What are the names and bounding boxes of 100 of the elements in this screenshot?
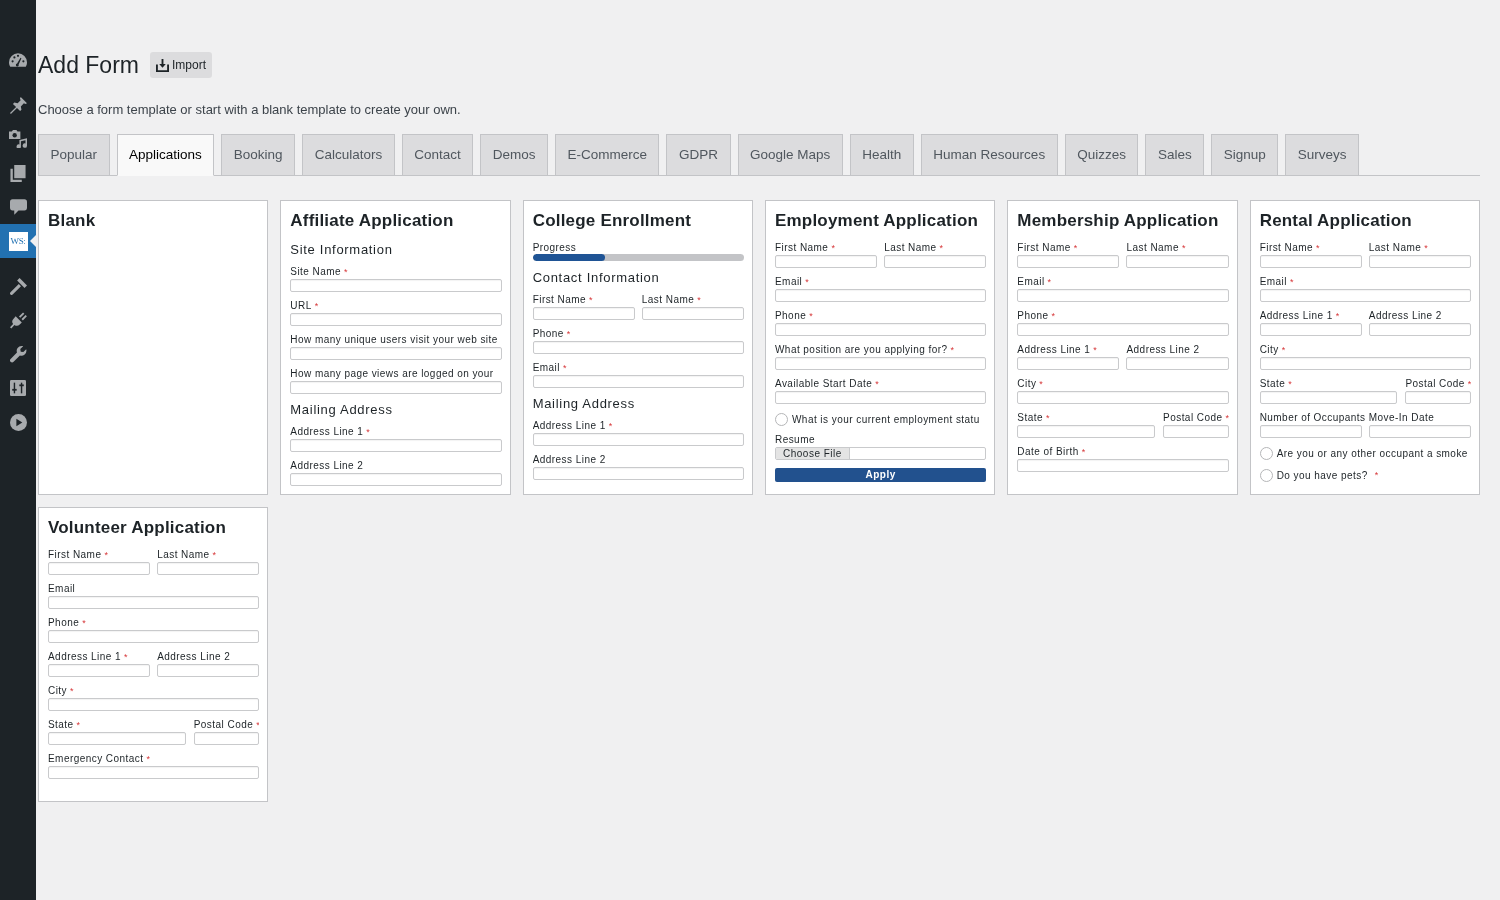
input-field[interactable] (532, 307, 635, 320)
input-field[interactable] (48, 630, 260, 643)
input-field[interactable] (1017, 391, 1229, 404)
comment-icon (9, 199, 27, 215)
field-label: Emergency Contact (48, 753, 144, 764)
input-field[interactable] (157, 664, 260, 677)
input-field[interactable] (290, 473, 502, 486)
import-button[interactable]: Import (150, 52, 212, 78)
category-tab[interactable]: Health (849, 134, 914, 176)
input-field[interactable] (193, 732, 260, 745)
input-field[interactable] (1259, 425, 1362, 438)
input-field[interactable] (48, 766, 260, 779)
field-label: First Name (1017, 242, 1071, 253)
required-asterisk: * (1288, 379, 1293, 389)
input-field[interactable] (290, 279, 502, 292)
menu-item[interactable]: WS: (0, 224, 36, 258)
input-field[interactable] (1017, 459, 1229, 472)
radio-button[interactable] (1259, 446, 1273, 460)
template-card[interactable]: Blank (38, 200, 269, 495)
category-tab[interactable]: Booking (221, 134, 296, 176)
input-field[interactable] (1368, 323, 1471, 336)
category-tab[interactable]: Applications (116, 134, 215, 176)
input-field[interactable] (48, 562, 151, 575)
input-field[interactable] (532, 375, 744, 388)
radio-button[interactable] (775, 412, 788, 426)
input-field[interactable] (1368, 425, 1471, 438)
input-field[interactable] (1259, 357, 1471, 370)
input-field[interactable] (1017, 323, 1229, 336)
input-field[interactable] (1259, 391, 1398, 404)
input-field[interactable] (1405, 391, 1471, 404)
input-field[interactable] (290, 313, 502, 326)
category-tab[interactable]: E-Commerce (554, 134, 660, 176)
input-field[interactable] (884, 255, 987, 268)
required-asterisk: * (805, 277, 810, 287)
input-field[interactable] (1126, 255, 1229, 268)
input-field[interactable] (1017, 357, 1120, 370)
required-asterisk: * (589, 295, 593, 305)
template-card[interactable] (1249, 200, 1480, 495)
input-field[interactable] (775, 255, 878, 268)
input-field[interactable] (532, 433, 744, 446)
input-field[interactable] (290, 347, 502, 360)
required-asterisk: * (562, 363, 567, 373)
required-asterisk: * (256, 720, 260, 730)
input-field[interactable] (1368, 255, 1471, 268)
required-asterisk: * (70, 686, 74, 696)
field-label: Site Name (290, 266, 342, 277)
choose-file-button[interactable]: Choose File (776, 448, 850, 459)
field-label: Date of Birth (1017, 446, 1079, 457)
template-card[interactable]: College Enrollment Progress Contact Information First Name * Last Name * Phone * Email * Mailing Address Address Line 1 * Address Line 2 (522, 200, 753, 495)
input-field[interactable] (48, 732, 186, 745)
input-field[interactable] (1017, 425, 1156, 438)
template-card[interactable]: Employment Application First Name * Last Name * Email * Phone * What position are you applying for? * Available Start Date * What is your current employment statu Resume Choose File Apply (765, 200, 996, 495)
field-label: Phone (1017, 310, 1049, 321)
input-field[interactable] (1017, 255, 1120, 268)
template-card[interactable]: Affiliate Application Site Information Site Name * URL * How many unique users visit your web site How many page views are logged on your Mailing Address Address Line 1 * Address Line 2 (280, 200, 511, 495)
input-field[interactable] (1259, 323, 1362, 336)
input-field[interactable] (641, 307, 744, 320)
required-asterisk: * (76, 720, 81, 730)
input-field[interactable] (290, 381, 502, 394)
file-input[interactable]: Choose File (775, 447, 987, 460)
category-tab[interactable]: Sales (1145, 134, 1205, 176)
input-field[interactable] (775, 391, 987, 404)
category-tab[interactable]: GDPR (666, 134, 731, 176)
field-label: Email (48, 583, 76, 594)
category-tab[interactable]: Demos (480, 134, 548, 176)
field-label: Address Line 2 (290, 460, 364, 471)
input-field[interactable] (775, 323, 987, 336)
category-tab[interactable]: Contact (401, 134, 474, 176)
category-tab[interactable]: Surveys (1285, 134, 1359, 176)
input-field[interactable] (532, 341, 744, 354)
field-label: Address Line 2 (157, 651, 231, 662)
input-field[interactable] (775, 357, 987, 370)
field-label: Email (532, 362, 560, 373)
field-label: Address Line 1 (48, 651, 121, 662)
template-card[interactable]: Membership Application First Name * Last Name * Email * Phone * Address Line 1 * Address Line 2 City * State * Postal Code * Date of Birth * (1007, 200, 1238, 495)
category-tab[interactable]: Human Resources (920, 134, 1058, 176)
category-tab[interactable]: Google Maps (737, 134, 843, 176)
input-field[interactable] (48, 698, 260, 711)
input-field[interactable] (48, 596, 260, 609)
submit-button[interactable]: Apply (775, 468, 987, 482)
category-tab[interactable]: Popular (38, 134, 110, 176)
field-label: Email (1017, 276, 1045, 287)
input-field[interactable] (48, 664, 151, 677)
input-field[interactable] (1259, 289, 1471, 302)
input-field[interactable] (1017, 289, 1229, 302)
category-tab[interactable]: Calculators (302, 134, 395, 176)
field-label: Address Line 2 (532, 454, 606, 465)
input-field[interactable] (1126, 357, 1229, 370)
input-field[interactable] (290, 439, 502, 452)
category-tab[interactable]: Quizzes (1064, 134, 1139, 176)
input-field[interactable] (775, 289, 987, 302)
input-field[interactable] (1163, 425, 1229, 438)
template-card[interactable]: Volunteer Application First Name * Last Name * Email Phone * Address Line 1 * Address Line 2 City * State * Postal Code * Emergency Contact * (38, 507, 269, 802)
field-label: How many unique users visit your web site (290, 334, 498, 345)
field-label: First Name (1259, 242, 1314, 253)
input-field[interactable] (532, 467, 744, 480)
radio-button[interactable] (1259, 468, 1273, 482)
input-field[interactable] (157, 562, 260, 575)
category-tab[interactable]: Signup (1211, 134, 1279, 176)
input-field[interactable] (1259, 255, 1362, 268)
